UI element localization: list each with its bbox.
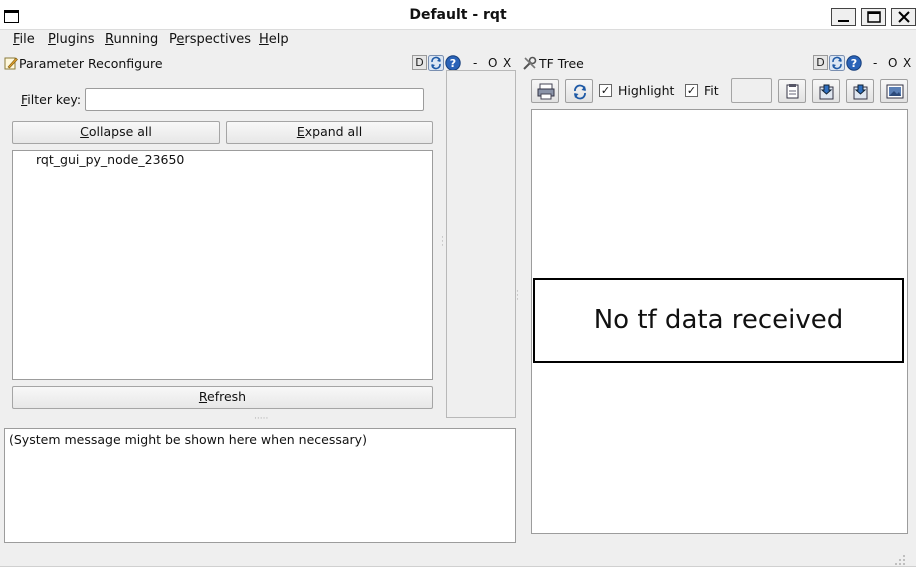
param-dock-title: Parameter Reconfigure [19, 56, 163, 71]
tf-dock-d-button[interactable]: D [813, 55, 828, 70]
menu-mnemonic: P [48, 32, 56, 47]
menu-file[interactable]: File [13, 32, 35, 47]
close-icon [898, 11, 910, 23]
fit-view-button[interactable] [731, 78, 772, 103]
tf-dock-title: TF Tree [539, 56, 584, 71]
print-icon [537, 83, 555, 100]
dock-splitter-handle[interactable]: · · · [516, 288, 519, 305]
vertical-splitter-handle[interactable]: · · · [441, 234, 444, 251]
tools-icon [522, 56, 537, 71]
param-dock-float-button[interactable]: O [488, 56, 497, 70]
filter-key-label: Filter key: [21, 92, 81, 107]
window-bottom-edge [0, 566, 916, 578]
expand-all-button[interactable]: Expand all [226, 121, 433, 144]
highlight-label: Highlight [618, 83, 675, 98]
menu-mnemonic: H [259, 32, 269, 47]
menu-help[interactable]: Help [259, 32, 289, 47]
edit-icon [4, 56, 18, 70]
button-label: xpand all [304, 124, 363, 139]
filter-key-input[interactable] [85, 88, 424, 111]
help-icon[interactable]: ? [846, 55, 862, 71]
button-mnemonic: C [80, 124, 89, 139]
help-icon[interactable]: ? [445, 55, 461, 71]
menu-running[interactable]: Running [105, 32, 158, 47]
menu-plugins[interactable]: Plugins [48, 32, 95, 47]
resize-grip-icon[interactable] [892, 552, 906, 566]
menu-label: lugins [55, 32, 95, 47]
param-dock-minimize-button[interactable]: - [473, 56, 477, 70]
label-text: ilter key: [27, 92, 82, 107]
menu-label: ile [19, 32, 35, 47]
system-message-area: (System message might be shown here when… [4, 428, 516, 543]
svg-text:?: ? [851, 57, 857, 70]
param-dock-d-button[interactable]: D [412, 55, 427, 70]
maximize-icon [867, 11, 881, 23]
highlight-checkbox[interactable]: ✓ [599, 84, 612, 97]
fit-checkbox[interactable]: ✓ [685, 84, 698, 97]
node-tree[interactable]: rqt_gui_py_node_23650 [12, 150, 433, 380]
button-label: efresh [207, 389, 247, 404]
tf-dock-float-button[interactable]: O [888, 56, 897, 70]
button-mnemonic: E [296, 124, 305, 139]
refresh-tf-button[interactable] [565, 79, 593, 103]
menu-label: unning [113, 32, 159, 47]
horizontal-splitter-handle[interactable]: ····· [254, 414, 268, 424]
close-window-button[interactable] [891, 8, 916, 26]
refresh-button[interactable]: Refresh [12, 386, 433, 409]
refresh-graph-button[interactable] [531, 79, 559, 103]
save-dot-button[interactable] [812, 79, 840, 103]
refresh-icon [574, 84, 586, 100]
refresh-icon[interactable] [829, 55, 845, 71]
no-tf-data-message: No tf data received [533, 278, 904, 363]
status-bar [0, 547, 916, 567]
fit-label: Fit [704, 83, 719, 98]
param-dock-close-button[interactable]: X [503, 56, 511, 70]
button-mnemonic: R [198, 389, 208, 404]
tree-item[interactable]: rqt_gui_py_node_23650 [36, 152, 184, 167]
image-icon [886, 84, 904, 99]
menu-label: rspectives [184, 32, 252, 47]
button-label: ollapse all [88, 124, 152, 139]
save-svg-button[interactable] [846, 79, 874, 103]
menu-label: elp [268, 32, 289, 47]
tf-dock-minimize-button[interactable]: - [873, 56, 877, 70]
maximize-button[interactable] [861, 8, 886, 26]
save-icon [853, 84, 868, 100]
open-file-icon [786, 84, 799, 99]
parameter-editor-area [446, 70, 516, 418]
minimize-button[interactable] [831, 8, 856, 26]
save-image-button[interactable] [880, 79, 908, 103]
system-message-text: (System message might be shown here when… [9, 432, 367, 447]
load-dot-button[interactable] [778, 79, 806, 103]
minimize-icon [838, 20, 849, 22]
window-title: Default - rqt [409, 7, 507, 23]
tf-dock-close-button[interactable]: X [903, 56, 911, 70]
svg-text:?: ? [450, 57, 456, 70]
collapse-all-button[interactable]: Collapse all [12, 121, 220, 144]
refresh-icon[interactable] [428, 55, 444, 71]
save-icon [819, 84, 834, 100]
menu-perspectives[interactable]: Perspectives [169, 32, 251, 47]
